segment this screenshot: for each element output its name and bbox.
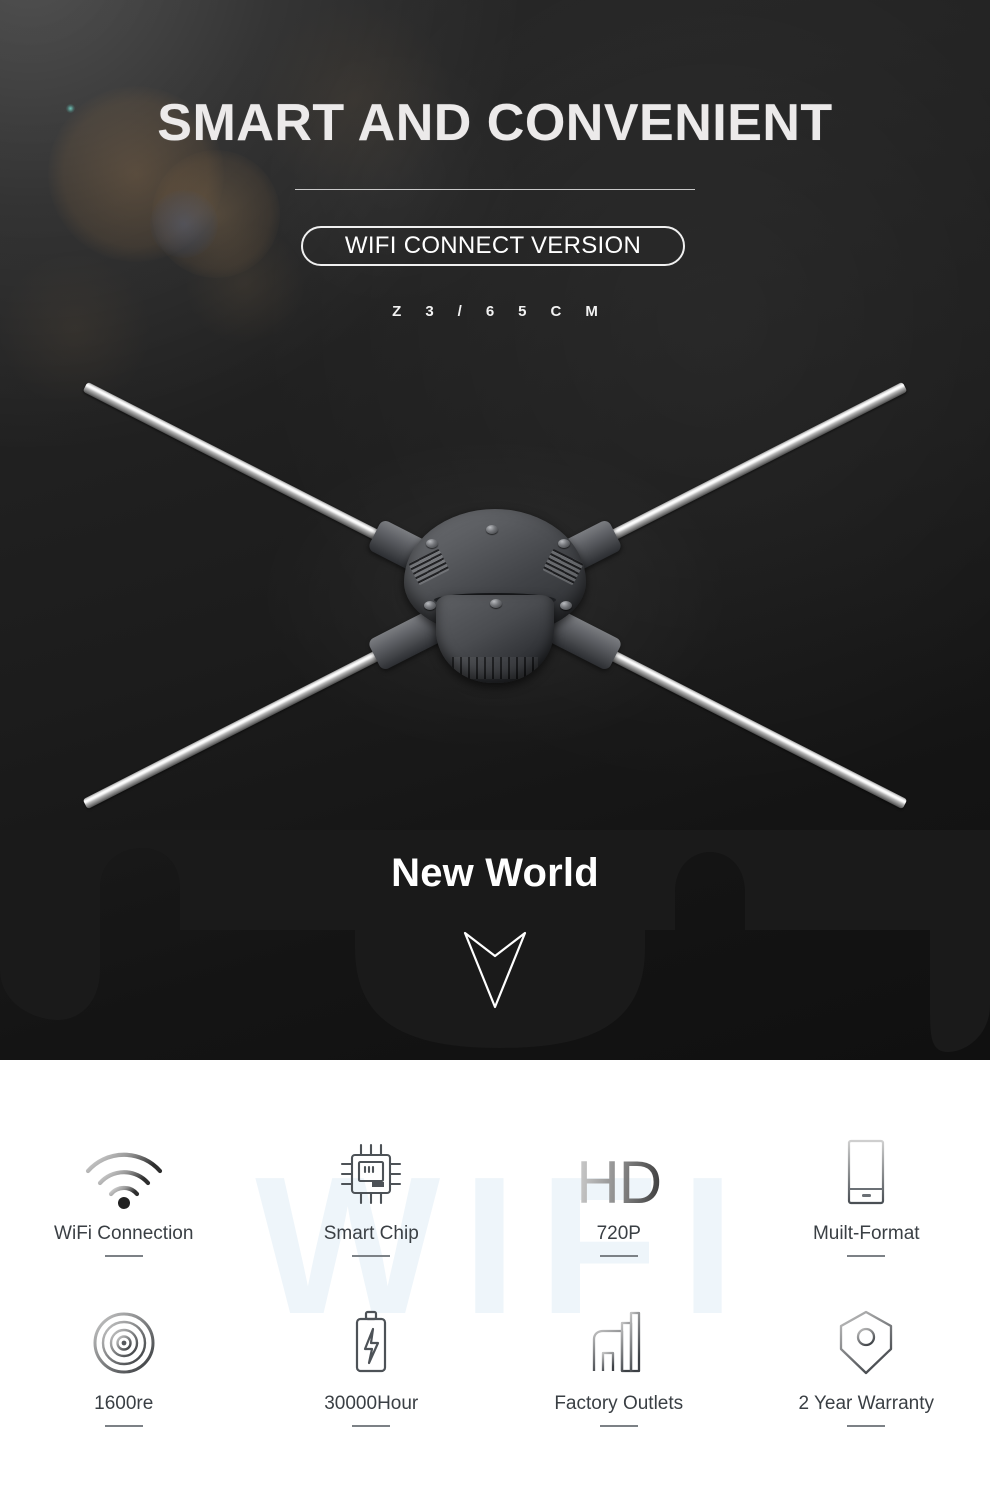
hologram-fan-device: [0, 330, 990, 860]
model-code: Z3/65CM: [392, 303, 622, 320]
battery-bolt-icon: [348, 1295, 394, 1379]
feature-label: 30000Hour: [324, 1393, 419, 1414]
label-underline: [104, 1425, 143, 1427]
cpu-chip-icon: [336, 1125, 406, 1209]
label-underline: [847, 1425, 886, 1427]
feature-label: Muilt-Format: [812, 1223, 920, 1244]
page-title: SMART AND CONVENIENT: [157, 94, 833, 152]
version-badge-label: WIFI CONNECT VERSION: [344, 232, 642, 259]
chevron-down-arrow-icon: [463, 931, 527, 1009]
screw-icon: [486, 525, 498, 534]
hero-section: SMART AND CONVENIENT WIFI CONNECT VERSIO…: [0, 0, 990, 1060]
shield-keyhole-icon: [835, 1295, 897, 1379]
feature-item-multi-format: Muilt-Format: [743, 1125, 990, 1257]
mobile-device-icon: [839, 1125, 893, 1209]
version-badge: WIFI CONNECT VERSION: [301, 226, 685, 266]
title-divider: [295, 189, 695, 190]
feature-item-720p: HD 720P: [495, 1125, 743, 1257]
feature-item-resolution: 1600re: [0, 1295, 248, 1427]
label-underline: [352, 1425, 391, 1427]
feature-label: Factory Outlets: [554, 1393, 684, 1414]
screw-icon: [490, 599, 502, 608]
label-underline: [352, 1255, 391, 1257]
hd-icon: HD: [576, 1125, 662, 1217]
wifi-icon: [82, 1125, 166, 1209]
tagline: New World: [391, 851, 599, 895]
feature-item-smart-chip: Smart Chip: [248, 1125, 496, 1257]
feature-label: 2 Year Warranty: [798, 1393, 935, 1414]
factory-icon: [582, 1295, 656, 1379]
hub-barrel: [436, 595, 554, 683]
screw-icon: [426, 539, 438, 548]
screw-icon: [558, 539, 570, 548]
feature-label: 720P: [596, 1223, 641, 1244]
feature-grid-row-2: 1600re 30000Hour Factory Outlets 2 Year …: [0, 1295, 990, 1427]
label-underline: [599, 1425, 638, 1427]
feature-label: 1600re: [94, 1393, 154, 1414]
label-underline: [599, 1255, 638, 1257]
feature-label: Smart Chip: [323, 1223, 419, 1244]
screw-icon: [424, 601, 436, 610]
feature-item-lifespan: 30000Hour: [248, 1295, 496, 1427]
feature-item-warranty: 2 Year Warranty: [743, 1295, 990, 1427]
screw-icon: [560, 601, 572, 610]
feature-item-factory-outlets: Factory Outlets: [495, 1295, 743, 1427]
hd-icon-text: HD: [576, 1149, 662, 1217]
feature-item-wifi-connection: WiFi Connection: [0, 1125, 248, 1257]
disc-spiral-icon: [88, 1295, 160, 1379]
label-underline: [104, 1255, 143, 1257]
feature-grid-row-1: WiFi Connection Smart Chip HD 720P Muilt…: [0, 1125, 990, 1257]
fan-hub: [366, 509, 624, 683]
feature-label: WiFi Connection: [54, 1223, 194, 1244]
label-underline: [847, 1255, 886, 1257]
